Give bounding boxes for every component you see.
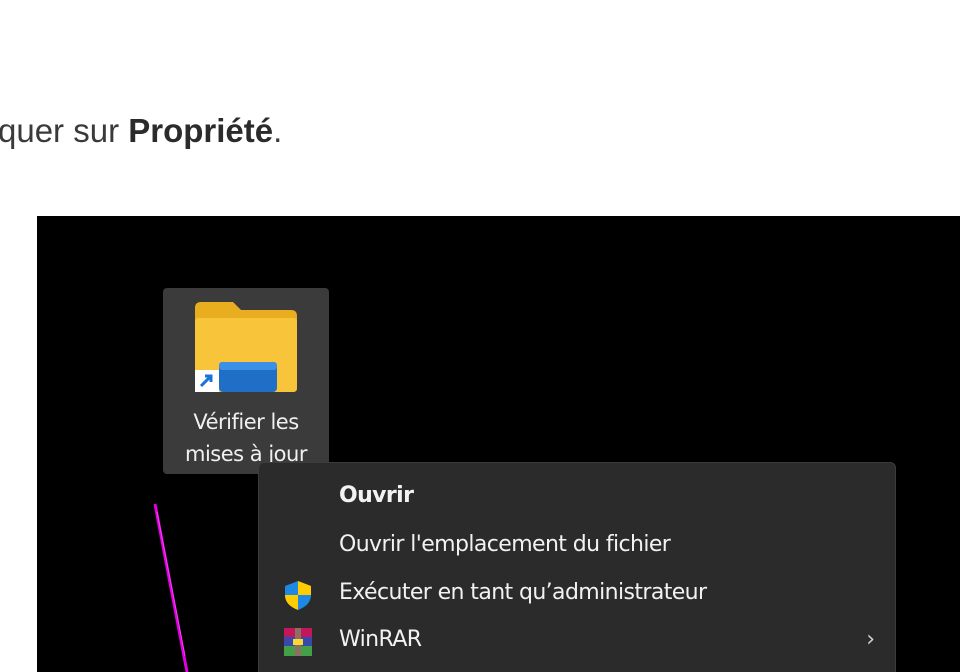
menu-item-open[interactable]: Ouvrir [259,475,895,521]
menu-item-open-file-location-label: Ouvrir l'emplacement du fichier [339,532,671,557]
desktop-screenshot: Vérifier les mises à jour Ouvrir Ouvrir … [37,216,960,672]
desktop-shortcut-label: Vérifier les mises à jour [163,406,329,470]
context-menu: Ouvrir Ouvrir l'emplacement du fichier E… [258,462,896,672]
uac-shield-icon [285,581,311,610]
folder-icon [195,302,297,392]
instruction-text-end: . [273,112,283,149]
instruction-text-bold: Propriété [128,112,274,149]
instruction-text: quer sur Propriété. [0,112,282,150]
menu-item-winrar-label: WinRAR [339,627,422,652]
menu-item-winrar[interactable]: WinRAR › [259,619,895,665]
chevron-right-icon: › [866,627,875,652]
menu-item-run-as-admin[interactable]: Exécuter en tant qu’administrateur [259,572,895,618]
menu-item-run-as-admin-label: Exécuter en tant qu’administrateur [339,580,707,605]
menu-item-open-file-location[interactable]: Ouvrir l'emplacement du fichier [259,524,895,570]
desktop-shortcut-check-updates[interactable]: Vérifier les mises à jour [163,288,329,474]
instruction-text-plain: quer sur [0,112,129,149]
winrar-icon [284,628,312,656]
desktop-shortcut-label-line1: Vérifier les [193,410,299,434]
menu-item-open-label: Ouvrir [339,483,414,508]
